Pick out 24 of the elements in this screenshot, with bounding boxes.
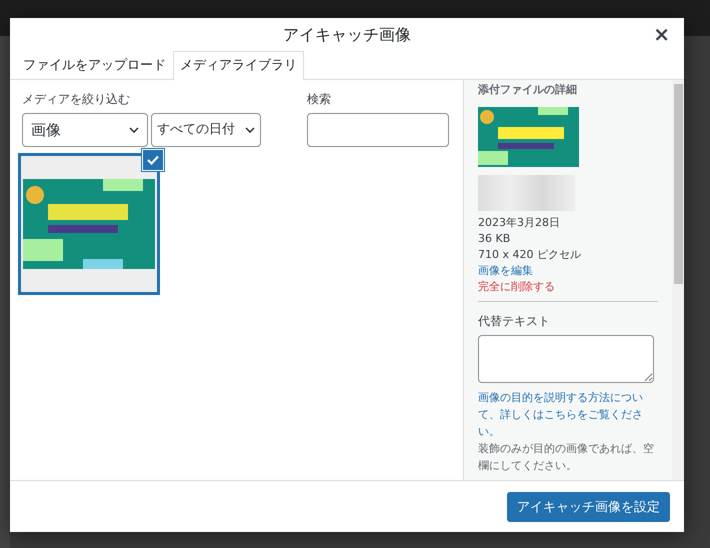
type-select[interactable]: 画像: [22, 113, 148, 147]
caret-icon: [129, 127, 139, 133]
search-field[interactable]: [307, 113, 449, 147]
filter-label: メディアを絞り込む: [22, 91, 131, 108]
delete-link[interactable]: 完全に削除する: [478, 278, 658, 294]
date-select[interactable]: すべての日付: [151, 113, 261, 147]
alt-text-field[interactable]: [478, 334, 654, 382]
search-label: 検索: [307, 91, 332, 108]
close-button[interactable]: ×: [651, 24, 672, 44]
alt-text-label: 代替テキスト: [478, 312, 551, 330]
image-dimensions: 710 x 420 ピクセル: [478, 246, 582, 262]
caret-icon: [245, 127, 255, 133]
tab[interactable]: メディアライブラリ: [173, 51, 304, 80]
upload-date: 2023年3月28日: [478, 214, 561, 230]
details-heading: 添付ファイルの詳細: [478, 82, 578, 98]
set-featured-image-button[interactable]: アイキャッチ画像を設定: [507, 492, 670, 522]
tab[interactable]: ファイルをアップロード: [16, 51, 173, 80]
file-size: 36 KB: [478, 230, 512, 246]
help-link[interactable]: 画像の目的を説明する方法について、詳しくはこちらをご覧ください。: [478, 388, 658, 440]
alt-text-help: 装飾のみが目的の画像であれば、空欄にしてください。: [478, 440, 655, 474]
checkmark-icon: [142, 149, 164, 171]
edit-image-link[interactable]: 画像を編集: [478, 262, 658, 278]
scrollbar[interactable]: [672, 80, 684, 480]
dialog-title: アイキャッチ画像: [283, 24, 411, 46]
